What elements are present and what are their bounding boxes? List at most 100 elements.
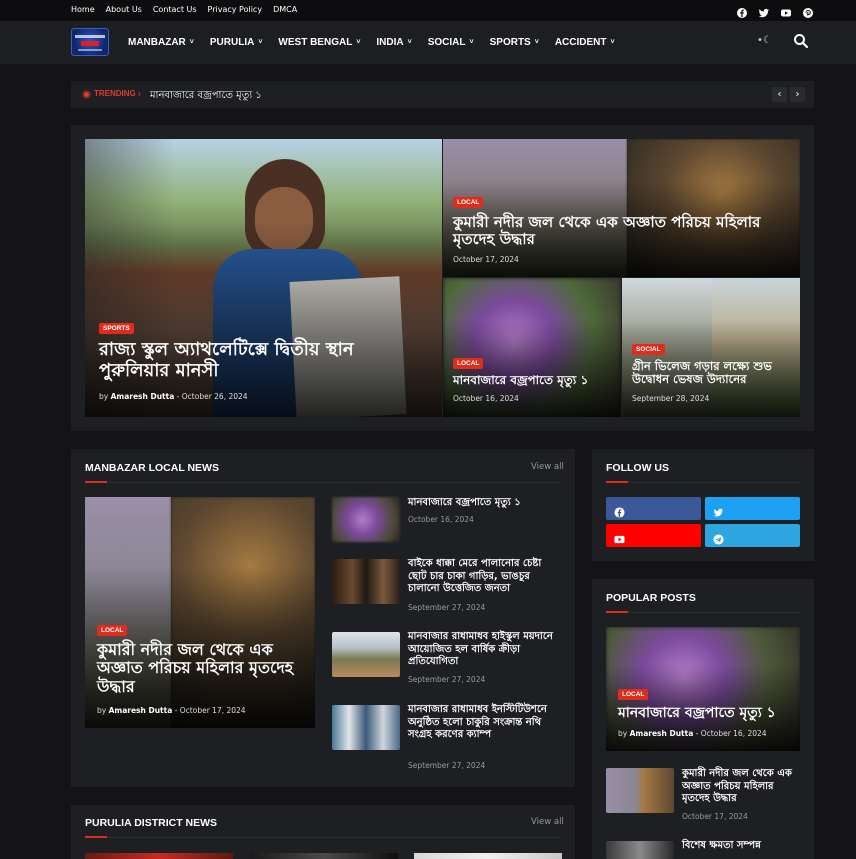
twitter-follow-button[interactable] [705,497,800,520]
nav-item-india[interactable]: INDIA ˅ [376,37,411,48]
section-accent-line [85,481,107,483]
author-link[interactable]: Amaresh Dutta [111,392,175,401]
trending-prev-button[interactable]: ‹ [772,87,787,102]
trending-headline[interactable]: মানবাজারে বজ্রপাতে মৃত্যু ১ [150,88,262,105]
top-link-privacy[interactable]: Privacy Policy [208,5,263,14]
purulia-thumbnail-2[interactable] [250,853,398,859]
popular-feature-title[interactable]: মানবাজারে বজ্রপাতে মৃত্যু ১ [618,705,798,721]
section-divider [606,482,800,483]
popular-feature-category-badge[interactable]: LOCAL [618,689,649,700]
purulia-view-all-link[interactable]: View all [531,817,564,827]
manbazar-feature-category-badge[interactable]: LOCAL [97,625,128,636]
pinterest-icon[interactable] [802,4,814,18]
list-item-date: October 17, 2024 [682,812,748,821]
purulia-thumbnail-1[interactable] [85,853,233,859]
list-item-thumbnail[interactable] [332,632,400,677]
popular-posts-title: POPULAR POSTS [606,592,696,604]
telegram-follow-button[interactable] [705,524,800,547]
popular-posts-panel: POPULAR POSTS LOCAL মানবাজারে বজ্রপাতে ম… [592,579,814,859]
hero-bottom-mid-card[interactable]: LOCAL মানবাজারে বজ্রপাতে মৃত্যু ১ Octobe… [443,278,621,417]
nav-item-accident[interactable]: ACCIDENT ˅ [555,37,615,48]
youtube-icon[interactable] [780,4,792,17]
twitter-icon [713,503,724,517]
hero-main-title[interactable]: রাজ্য স্কুল অ্যাথলেটিক্সে দ্বিতীয় স্থান… [99,339,399,381]
purulia-thumbnail-3[interactable] [414,853,562,859]
top-link-about[interactable]: About Us [106,5,142,14]
hero-main-category-badge[interactable]: SPORTS [99,323,134,334]
nav-item-social[interactable]: SOCIAL ˅ [428,37,474,48]
manbazar-feature-title[interactable]: কুমারী নদীর জল থেকে এক অজ্ঞাত পরিচয় মহি… [97,640,307,696]
list-item-date: September 27, 2024 [408,675,486,684]
main-menu: MANBAZAR ˅ PURULIA ˅ WEST BENGAL ˅ INDIA ˅ S… [128,37,615,48]
hero-grid: SPORTS রাজ্য স্কুল অ্যাথলেটিক্সে দ্বিতীয… [71,125,814,431]
top-link-contact[interactable]: Contact Us [153,5,197,14]
facebook-icon[interactable] [736,4,748,18]
search-icon[interactable] [793,33,809,49]
chevron-down-icon: ˅ [469,39,474,46]
list-item-title[interactable]: কুমারী নদীর জল থেকে এক অজ্ঞাত পরিচয় মহি… [682,768,800,806]
author-link[interactable]: Amaresh Dutta [109,706,173,715]
hero-bottom-mid-title[interactable]: মানবাজারে বজ্রপাতে মৃত্যু ১ [453,373,618,388]
list-item-date: September 27, 2024 [408,761,486,770]
list-item-title[interactable]: মানবাজার রাধামাধব হাইস্কুল ময়দানে আয়োজ… [408,631,563,669]
top-link-dmca[interactable]: DMCA [273,5,297,14]
live-dot-icon [84,92,89,97]
hero-bottom-right-title[interactable]: গ্রীন ভিলেজ গড়ার লক্ষ্যে শুভ উদ্বোধন ভে… [632,359,797,386]
list-item-date: September 27, 2024 [408,603,486,612]
chevron-down-icon: ˅ [610,39,615,46]
hero-bottom-right-date: September 28, 2024 [632,394,710,403]
manbazar-feature-meta: by Amaresh Dutta - October 17, 2024 [97,706,246,715]
top-link-home[interactable]: Home [71,5,95,14]
facebook-follow-button[interactable] [606,497,701,520]
chevron-down-icon: ˅ [189,39,194,46]
byline-prefix: by [99,392,109,401]
hero-bottom-mid-category-badge[interactable]: LOCAL [453,358,484,369]
list-item-thumbnail[interactable] [332,705,400,750]
manbazar-feature-card[interactable]: LOCAL কুমারী নদীর জল থেকে এক অজ্ঞাত পরিচ… [85,497,315,728]
hero-top-right-category-badge[interactable]: LOCAL [453,197,484,208]
main-navbar: MANBAZAR ˅ PURULIA ˅ WEST BENGAL ˅ INDIA ˅ S… [0,21,856,64]
purulia-news-panel: PURULIA DISTRICT NEWS View all [71,805,575,859]
hero-bottom-right-category-badge[interactable]: SOCIAL [632,344,665,355]
youtube-icon [614,530,625,544]
list-item-title[interactable]: বাইকে ধাক্কা মেরে পালানোর চেষ্টা ছোট চার… [408,558,563,596]
post-date: - October 16, 2024 [695,729,767,738]
dark-mode-toggle[interactable]: •☾ [757,35,772,46]
nav-item-purulia[interactable]: PURULIA ˅ [210,37,263,48]
twitter-icon[interactable] [758,4,770,18]
list-item-title[interactable]: বিশেষ ক্ষমতা সম্পন্ন [682,840,800,853]
nav-item-sports[interactable]: SPORTS ˅ [490,37,539,48]
popular-feature-card[interactable]: LOCAL মানবাজারে বজ্রপাতে মৃত্যু ১ by Ama… [606,627,800,751]
list-item-date: October 16, 2024 [408,515,474,524]
facebook-icon [614,503,625,518]
section-divider [85,837,561,838]
top-links: Home About Us Contact Us Privacy Policy … [71,5,297,14]
list-item-thumbnail[interactable] [332,497,400,542]
list-item-thumbnail[interactable] [332,559,400,604]
list-item-thumbnail[interactable] [606,841,674,859]
manbazar-view-all-link[interactable]: View all [531,462,564,472]
trending-label: TRENDING › [94,89,141,98]
nav-item-manbazar[interactable]: MANBAZAR ˅ [128,37,194,48]
follow-us-title: FOLLOW US [606,462,669,474]
list-item-title[interactable]: মানবাজার রাধামাধব ইনস্টিটিউশনে অনুষ্ঠিত … [408,704,563,742]
telegram-icon [713,530,724,545]
youtube-follow-button[interactable] [606,524,701,547]
trending-next-button[interactable]: › [790,87,805,102]
section-accent-line [606,481,628,483]
hero-bottom-right-card[interactable]: SOCIAL গ্রীন ভিলেজ গড়ার লক্ষ্যে শুভ উদ্… [622,278,800,417]
hero-top-right-card[interactable]: LOCAL কুমারী নদীর জল থেকে এক অজ্ঞাত পরিচ… [443,139,800,277]
list-item-title[interactable]: মানবাজারে বজ্রপাতে মৃত্যু ১ [408,497,563,510]
top-social-links [736,4,814,18]
purulia-section-title: PURULIA DISTRICT NEWS [85,817,218,829]
hero-main-card[interactable]: SPORTS রাজ্য স্কুল অ্যাথলেটিক্সে দ্বিতীয… [85,139,442,417]
section-accent-line [85,836,107,838]
hero-main-meta: by Amaresh Dutta - October 26, 2024 [99,392,248,401]
nav-item-west-bengal[interactable]: WEST BENGAL ˅ [278,37,360,48]
top-bar: Home About Us Contact Us Privacy Policy … [0,0,856,21]
list-item-thumbnail[interactable] [606,768,674,813]
popular-feature-meta: by Amaresh Dutta - October 16, 2024 [618,729,767,738]
author-link[interactable]: Amaresh Dutta [630,729,694,738]
hero-top-right-title[interactable]: কুমারী নদীর জল থেকে এক অজ্ঞাত পরিচয় মহি… [453,213,793,249]
site-logo[interactable] [71,28,109,56]
